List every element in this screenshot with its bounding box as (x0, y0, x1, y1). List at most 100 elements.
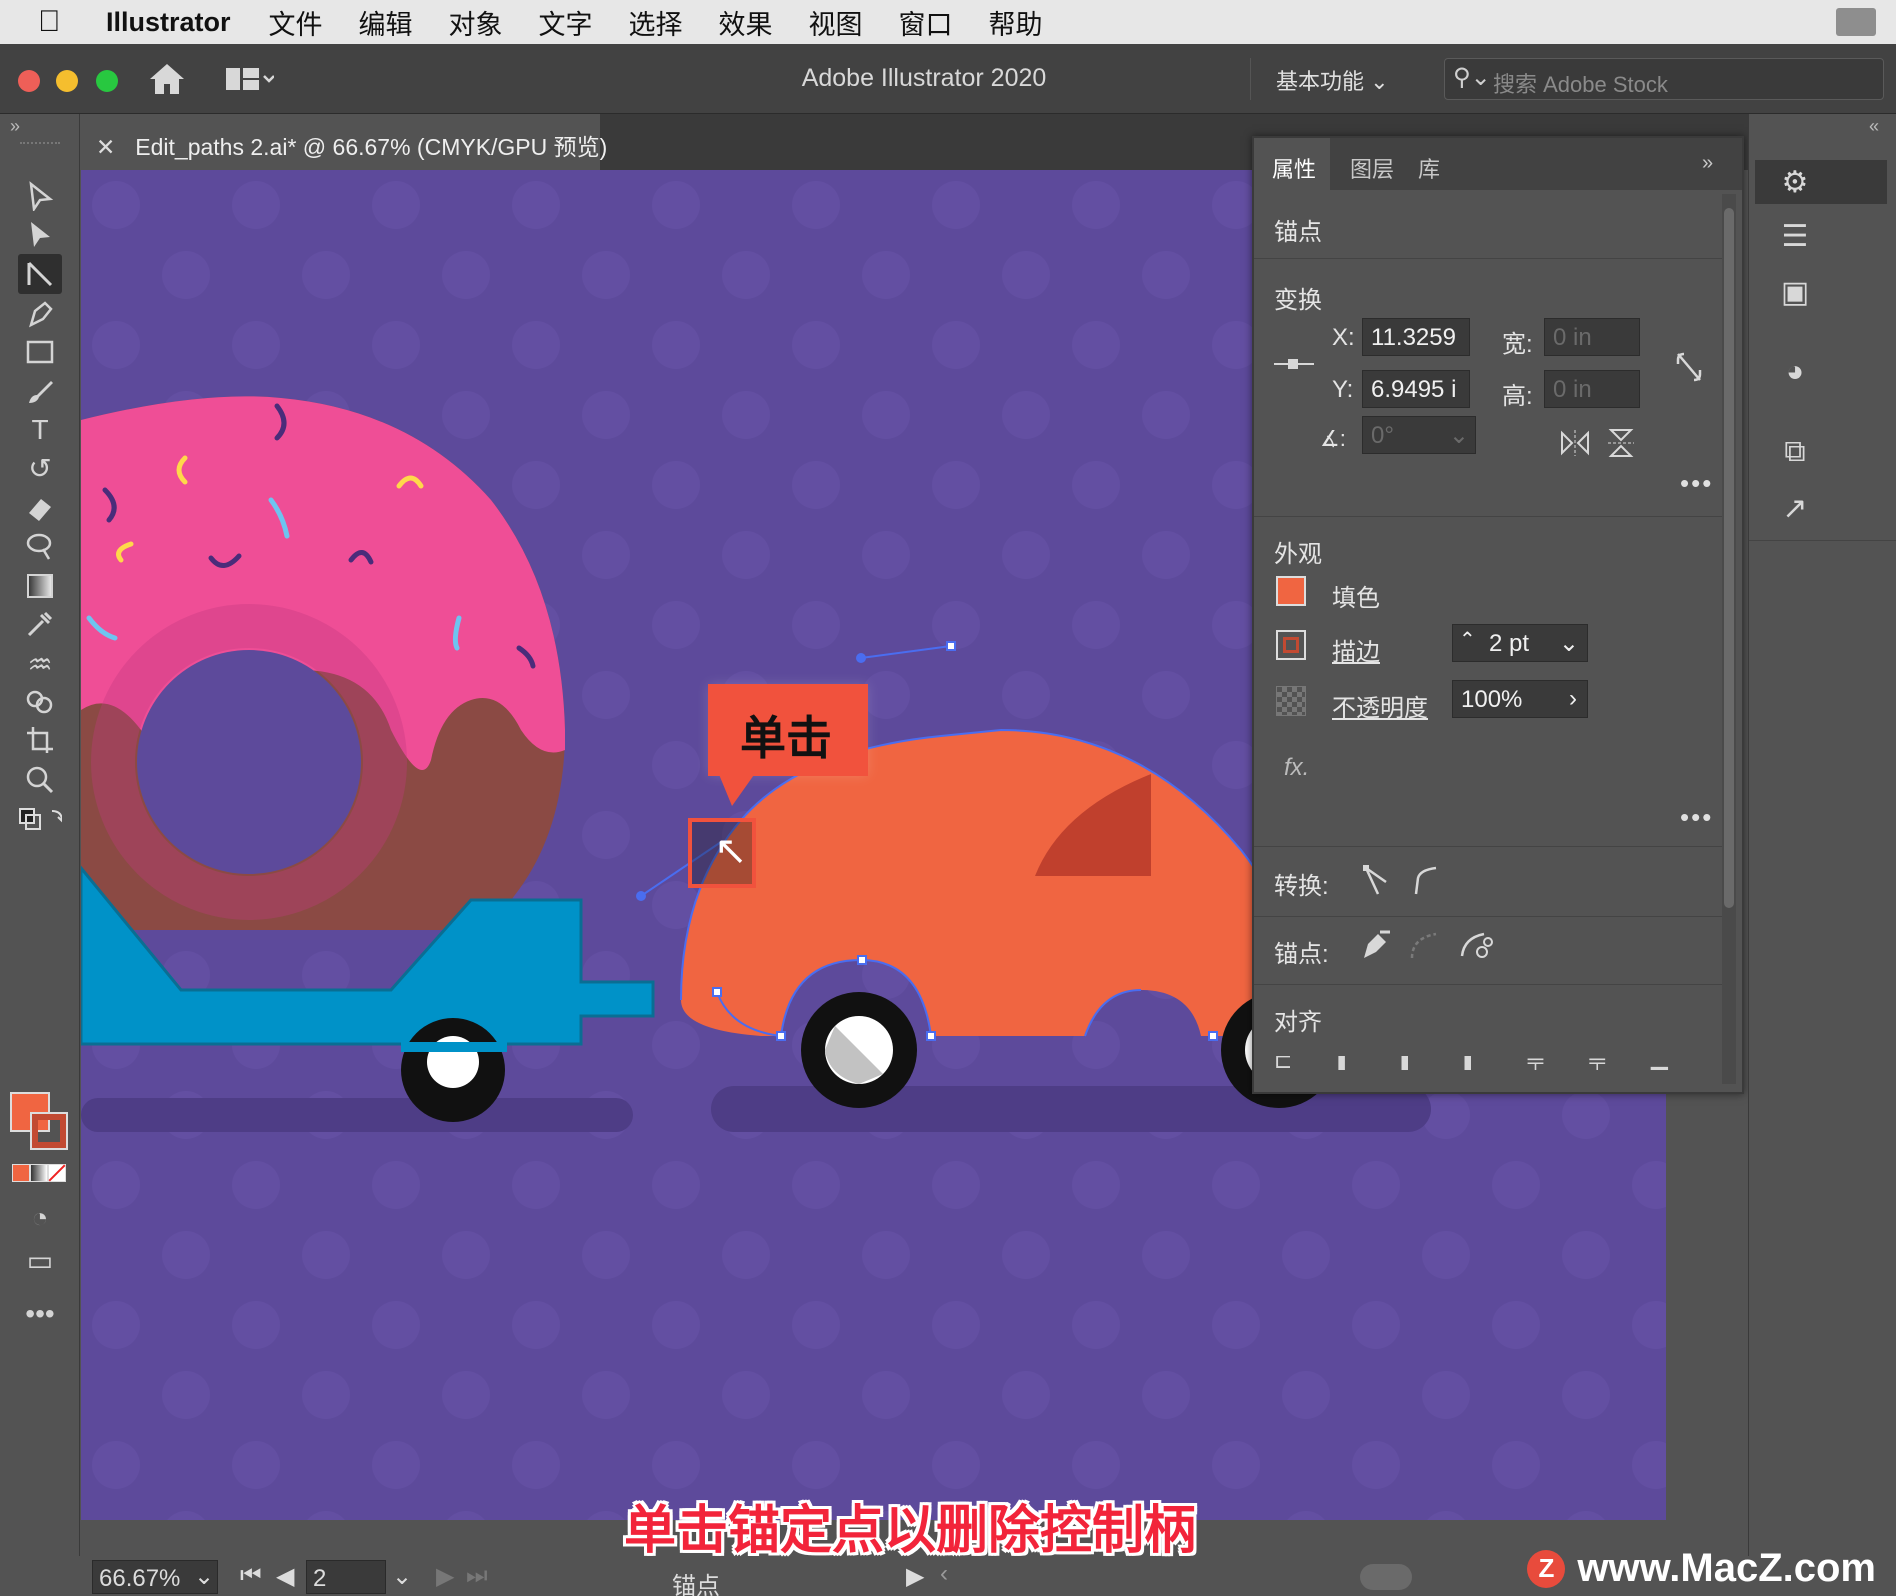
click-callout: 单击 (708, 684, 868, 806)
anchor-points-label: 锚点: (1274, 941, 1329, 968)
appearance-more-options-icon[interactable]: ••• (1680, 802, 1713, 833)
artboard-chevron-icon[interactable]: ⌄ (392, 1562, 412, 1591)
panel-menu-icon[interactable]: » (1702, 152, 1713, 175)
color-mode-buttons[interactable] (12, 1164, 68, 1182)
transform-more-options-icon[interactable]: ••• (1680, 468, 1713, 499)
menu-object[interactable]: 对象 (449, 3, 503, 42)
y-position-input[interactable]: 6.9495 i (1362, 370, 1470, 408)
artboard-number-input[interactable]: 2 (306, 1560, 386, 1594)
constrain-proportions-icon[interactable] (1674, 350, 1704, 384)
convert-to-smooth-icon[interactable] (1410, 864, 1440, 896)
horizontal-scrollbar-thumb[interactable] (1360, 1564, 1412, 1590)
pathfinder-panel-icon[interactable]: ⧉ (1771, 430, 1819, 474)
workspace-switcher[interactable]: 基本功能 ⌄ (1276, 64, 1389, 96)
tab-layers[interactable]: 图层 (1350, 152, 1394, 184)
fill-label: 填色 (1332, 585, 1380, 612)
x-position-input[interactable]: 11.3259 (1362, 318, 1470, 356)
stroke-color-swatch[interactable] (30, 1112, 68, 1150)
previous-artboard-icon[interactable]: ◀ (276, 1562, 294, 1591)
chevron-right-icon[interactable]: › (1569, 685, 1577, 713)
rotate-tool-icon[interactable]: ↺ (18, 448, 62, 488)
menu-edit[interactable]: 编辑 (359, 3, 413, 42)
document-tab-label: Edit_paths 2.ai* @ 66.67% (CMYK/GPU 预览) (135, 134, 608, 160)
eyedropper-tool-icon[interactable] (18, 604, 62, 644)
layers-panel-icon[interactable]: ☰ (1771, 214, 1819, 258)
lasso-tool-icon[interactable] (18, 526, 62, 566)
opacity-label[interactable]: 不透明度 (1332, 688, 1428, 723)
swap-fill-stroke-icon[interactable] (18, 800, 62, 840)
menu-bar:  Illustrator 文件 编辑 对象 文字 选择 效果 视图 窗口 帮助 (0, 0, 1896, 44)
selection-tool-icon[interactable] (18, 176, 62, 216)
stepper-icon[interactable]: ⌃ (1459, 627, 1476, 652)
export-panel-icon[interactable]: ↗ (1771, 486, 1819, 530)
pen-tool-icon[interactable] (18, 294, 62, 334)
direct-selection-tool-icon[interactable] (18, 214, 62, 254)
first-artboard-icon[interactable]: ⏮ (240, 1562, 262, 1590)
reference-point-icon[interactable] (1274, 354, 1314, 374)
height-input[interactable]: 0 in (1544, 370, 1640, 408)
shape-builder-tool-icon[interactable] (18, 682, 62, 722)
zoom-chevron-icon[interactable]: ⌄ (194, 1562, 214, 1591)
fill-swatch[interactable] (1276, 576, 1306, 606)
panel-dock: « ⚙ ☰ ▣ ◕ ⧉ ↗ (1748, 114, 1896, 1556)
last-artboard-icon[interactable]: ⏭ (466, 1562, 488, 1590)
rotate-angle-input[interactable]: 0° ⌄ (1362, 416, 1476, 454)
collapse-dock-icon[interactable]: « (1869, 116, 1879, 137)
close-tab-icon[interactable]: ✕ (96, 134, 115, 160)
align-buttons-row[interactable]: ⊏ ▍ ▍ ▍ ╤ ╤ ▂ (1274, 1056, 1694, 1070)
panel-scrollbar[interactable] (1722, 194, 1736, 1084)
zoom-tool-icon[interactable] (18, 760, 62, 800)
opacity-swatch-icon (1276, 686, 1306, 716)
menu-effect[interactable]: 效果 (719, 3, 773, 42)
flip-horizontal-icon[interactable] (1560, 430, 1590, 456)
search-icon: ⚲⌄ (1453, 64, 1491, 91)
opacity-input[interactable]: 100% › (1452, 680, 1588, 718)
apple-icon[interactable]:  (38, 5, 92, 39)
width-input[interactable]: 0 in (1544, 318, 1640, 356)
stroke-label[interactable]: 描边 (1332, 632, 1380, 667)
screen-mode-icon[interactable]: ▭ (18, 1240, 62, 1280)
menu-file[interactable]: 文件 (269, 3, 323, 42)
menu-view[interactable]: 视图 (809, 3, 863, 42)
scroll-left-icon[interactable]: ‹ (940, 1560, 948, 1588)
expand-toolbar-icon[interactable]: » (10, 116, 20, 137)
cut-path-at-anchor-icon[interactable] (1458, 926, 1494, 962)
gradient-tool-icon[interactable] (18, 566, 62, 606)
zoom-level-value: 66.67% (99, 1565, 181, 1592)
stroke-swatch[interactable] (1276, 630, 1306, 660)
tab-libraries[interactable]: 库 (1418, 152, 1440, 184)
stroke-weight-input[interactable]: ⌃ 2 pt ⌄ (1452, 624, 1588, 662)
draw-mode-icon[interactable]: ◔ (18, 1198, 62, 1238)
libraries-panel-icon[interactable]: ▣ (1771, 270, 1819, 314)
menu-help[interactable]: 帮助 (989, 3, 1043, 42)
eraser-tool-icon[interactable] (18, 488, 62, 528)
convert-to-corner-icon[interactable] (1362, 864, 1392, 896)
menu-type[interactable]: 文字 (539, 3, 593, 42)
status-menu-icon[interactable] (1836, 8, 1876, 36)
menu-window[interactable]: 窗口 (899, 3, 953, 42)
adobe-stock-search[interactable]: ⚲⌄ 搜索 Adobe Stock (1444, 58, 1884, 100)
color-panel-icon[interactable]: ◕ (1771, 350, 1819, 394)
connect-anchor-points-icon[interactable] (1408, 928, 1442, 962)
anchor-point-tool-icon[interactable] (18, 254, 62, 294)
paintbrush-tool-icon[interactable] (18, 372, 62, 412)
status-menu-arrow-icon[interactable]: ▶ (906, 1562, 924, 1591)
title-bar: Adobe Illustrator 2020 基本功能 ⌄ ⚲⌄ 搜索 Adob… (0, 44, 1896, 114)
chevron-down-icon[interactable]: ⌄ (1559, 629, 1579, 658)
properties-panel-icon[interactable]: ⚙ (1771, 160, 1819, 204)
app-menu[interactable]: Illustrator (106, 7, 231, 38)
remove-anchor-point-icon[interactable] (1358, 928, 1392, 962)
anchor-point-cursor-highlight: ↖ (688, 818, 756, 888)
document-tab[interactable]: ✕ Edit_paths 2.ai* @ 66.67% (CMYK/GPU 预览) (80, 114, 607, 170)
artboard-tool-icon[interactable] (18, 720, 62, 760)
tab-properties[interactable]: 属性 (1272, 152, 1316, 184)
rectangle-tool-icon[interactable] (18, 332, 62, 372)
blend-tool-icon[interactable]: ♒ (18, 644, 62, 684)
menu-select[interactable]: 选择 (629, 3, 683, 42)
more-tools-icon[interactable]: ••• (18, 1294, 62, 1334)
flip-vertical-icon[interactable] (1608, 428, 1634, 458)
type-tool-icon[interactable]: T (18, 410, 62, 450)
workspace-label: 基本功能 (1276, 69, 1365, 94)
next-artboard-icon[interactable]: ▶ (436, 1562, 454, 1591)
fx-effects-button[interactable]: fx. (1284, 754, 1309, 782)
